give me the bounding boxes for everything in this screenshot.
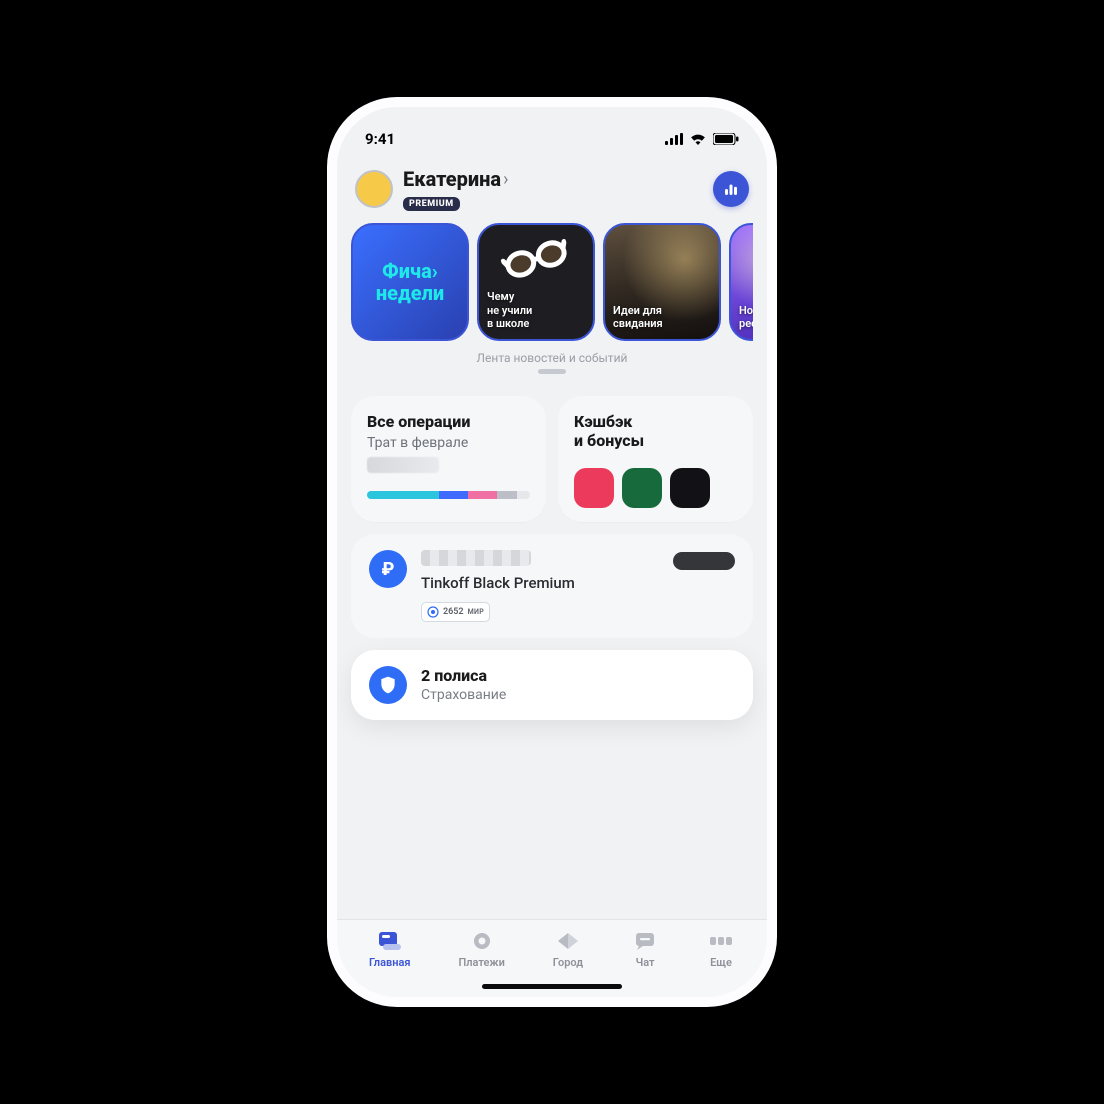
cashback-title: Кэшбэк (574, 412, 737, 431)
user-name-row: Екатерина › (403, 167, 703, 191)
operations-amount-hidden (367, 457, 439, 473)
linked-card[interactable]: 2652 МИР (421, 602, 490, 622)
bar-chart-icon (722, 180, 740, 198)
shield-icon (369, 666, 407, 704)
story-feature-of-week[interactable]: Фича› недели (351, 223, 469, 341)
insurance-title: 2 полиса (421, 666, 735, 685)
status-bar: 9:41 (337, 107, 767, 157)
cashback-categories (574, 468, 737, 508)
insurance-subtitle: Страхование (421, 687, 735, 703)
story-date-ideas[interactable]: Идеи для свидания (603, 223, 721, 341)
analytics-button[interactable] (713, 171, 749, 207)
account-balance-hidden (421, 550, 531, 566)
story-0-title: Фича› недели (376, 260, 444, 304)
account-card[interactable]: ₽ Tinkoff Black Premium 2652 МИР (351, 534, 753, 638)
wifi-icon (689, 133, 707, 145)
payments-tab-icon (468, 930, 496, 952)
story-3-title: Новые рестора (739, 304, 753, 332)
tab-city-label: Город (553, 956, 583, 969)
account-action-pill[interactable] (673, 552, 735, 570)
cashback-dot-green (622, 468, 662, 508)
card-chip-icon (427, 606, 439, 618)
tab-home[interactable]: Главная (369, 930, 411, 969)
feed-drag-handle[interactable] (538, 369, 566, 374)
ruble-icon: ₽ (369, 550, 407, 588)
tab-chat-label: Чат (636, 956, 655, 969)
avatar[interactable] (355, 170, 393, 208)
account-name: Tinkoff Black Premium (421, 574, 659, 592)
chat-tab-icon (631, 930, 659, 952)
city-tab-icon (554, 930, 582, 952)
glasses-icon (497, 228, 575, 291)
operations-widget[interactable]: Все операции Трат в феврале (351, 396, 546, 522)
cashback-dot-red (574, 468, 614, 508)
story-new-restaurants[interactable]: Новые рестора (729, 223, 753, 341)
story-school[interactable]: Чему не учили в школе (477, 223, 595, 341)
chevron-right-icon: › (503, 169, 508, 190)
premium-badge: PREMIUM (403, 197, 460, 211)
story-0-line1: Фича (382, 259, 432, 283)
more-tab-icon (707, 930, 735, 952)
status-time: 9:41 (365, 130, 395, 148)
user-block[interactable]: Екатерина › PREMIUM (403, 167, 703, 211)
home-indicator[interactable] (482, 984, 622, 989)
tab-chat[interactable]: Чат (631, 930, 659, 969)
main-content: Екатерина › PREMIUM Фича› недели (337, 157, 767, 919)
account-main: Tinkoff Black Premium 2652 МИР (421, 550, 659, 622)
user-name-label: Екатерина (403, 167, 501, 191)
story-0-line2: недели (376, 281, 444, 305)
tab-home-label: Главная (369, 956, 411, 969)
spend-breakdown-bar (367, 491, 530, 499)
feed-label: Лента новостей и событий (351, 351, 753, 365)
cellular-icon (665, 133, 683, 145)
cashback-subtitle: и бонусы (574, 431, 737, 450)
tab-more-label: Еще (710, 956, 732, 969)
operations-subtitle: Трат в феврале (367, 435, 530, 451)
user-header: Екатерина › PREMIUM (351, 167, 753, 211)
phone-frame: 9:41 Екатерина › PREMIUM (337, 107, 767, 997)
cashback-dot-black (670, 468, 710, 508)
home-tab-icon (376, 930, 404, 952)
card-last4: 2652 (443, 607, 464, 617)
battery-icon (713, 133, 739, 145)
stories-row[interactable]: Фича› недели Чему не учили в школе Идеи … (351, 223, 753, 341)
tab-more[interactable]: Еще (707, 930, 735, 969)
widget-row: Все операции Трат в феврале Кэшбэк и бон… (351, 396, 753, 522)
story-2-title: Идеи для свидания (613, 304, 711, 332)
tab-payments[interactable]: Платежи (458, 930, 504, 969)
tab-payments-label: Платежи (458, 956, 504, 969)
cashback-widget[interactable]: Кэшбэк и бонусы (558, 396, 753, 522)
insurance-main: 2 полиса Страхование (421, 666, 735, 704)
card-scheme: МИР (468, 608, 484, 616)
story-1-title: Чему не учили в школе (487, 290, 585, 331)
operations-title: Все операции (367, 412, 530, 431)
insurance-card[interactable]: 2 полиса Страхование (351, 650, 753, 720)
tab-city[interactable]: Город (553, 930, 583, 969)
status-indicators (665, 133, 739, 145)
